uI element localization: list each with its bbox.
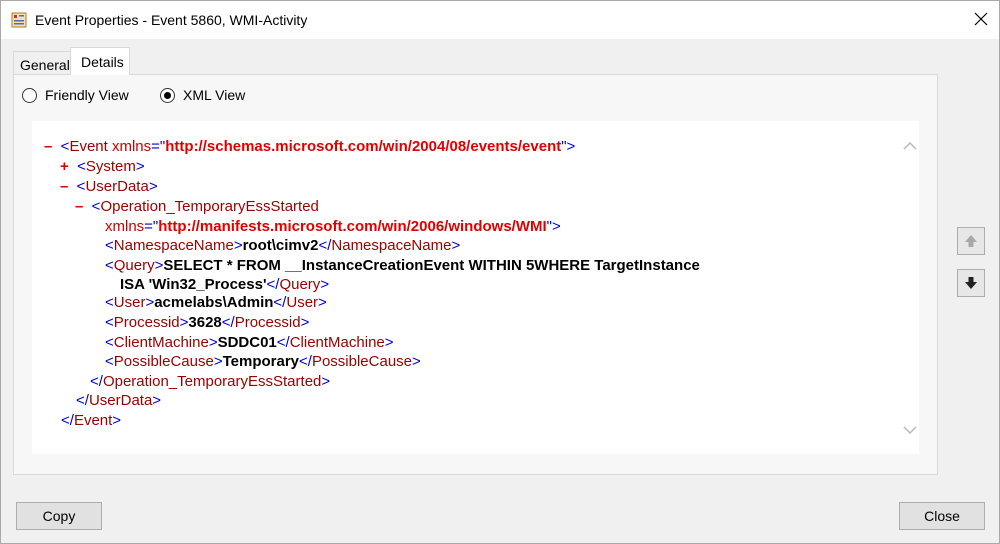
tab-general[interactable]: General xyxy=(13,51,71,74)
xml-system-line: + <System> xyxy=(60,158,145,175)
system-expand-toggle[interactable]: + xyxy=(60,158,69,175)
processid-close-tag: Processid xyxy=(234,314,301,331)
query-value-line2: ISA 'Win32_Process' xyxy=(120,276,267,293)
xml-query-continuation-line: ISA 'Win32_Process'</Query> xyxy=(120,276,330,293)
xml-event-open-line: – <Event xmlns="http://schemas.microsoft… xyxy=(44,138,576,155)
arrow-up-icon xyxy=(965,235,977,247)
xml-user-line: <User>acmelabs\Admin</User> xyxy=(105,294,327,311)
event-namespace-value: http://schemas.microsoft.com/win/2004/08… xyxy=(165,138,562,155)
chevron-down-icon[interactable] xyxy=(900,423,920,437)
possiblecause-value: Temporary xyxy=(222,353,300,370)
event-viewer-icon xyxy=(11,12,27,28)
tab-details-label: Details xyxy=(81,54,124,70)
event-close-tag: Event xyxy=(73,412,113,429)
friendly-view-label: Friendly View xyxy=(45,87,129,103)
operation-xmlns-attr: xmlns xyxy=(105,218,145,235)
xml-query-line: <Query>SELECT * FROM __InstanceCreationE… xyxy=(105,257,700,274)
query-open-tag: Query xyxy=(113,257,155,274)
event-properties-window: Event Properties - Event 5860, WMI-Activ… xyxy=(0,0,1000,544)
clientmachine-close-tag: ClientMachine xyxy=(289,334,385,351)
operation-namespace-value: http://manifests.microsoft.com/win/2006/… xyxy=(158,218,547,235)
clientmachine-open-tag: ClientMachine xyxy=(113,334,209,351)
window-title: Event Properties - Event 5860, WMI-Activ… xyxy=(35,12,308,28)
user-close-tag: User xyxy=(286,294,319,311)
query-close-tag: Query xyxy=(279,276,321,293)
event-tag: Event xyxy=(69,138,108,155)
xml-userdata-close-line: </UserData> xyxy=(76,392,162,409)
xml-view-label: XML View xyxy=(183,87,246,103)
title-bar[interactable]: Event Properties - Event 5860, WMI-Activ… xyxy=(1,1,999,39)
namespacename-close-tag: NamespaceName xyxy=(331,237,452,254)
xml-namespacename-line: <NamespaceName>root\cimv2</NamespaceName… xyxy=(105,237,461,254)
userdata-close-tag: UserData xyxy=(88,392,153,409)
xml-processid-line: <Processid>3628</Processid> xyxy=(105,314,310,331)
tab-general-label: General xyxy=(20,57,70,73)
previous-event-button[interactable] xyxy=(957,227,985,255)
operation-collapse-toggle[interactable]: – xyxy=(75,198,83,215)
friendly-view-radio-button[interactable] xyxy=(22,87,37,103)
user-open-tag: User xyxy=(113,294,146,311)
event-collapse-toggle[interactable]: – xyxy=(44,138,52,155)
query-value-line1: SELECT * FROM __InstanceCreationEvent WI… xyxy=(163,257,700,274)
xml-event-close-line: </Event> xyxy=(61,412,122,429)
operation-tag: Operation_TemporaryEssStarted xyxy=(100,198,319,215)
xml-possiblecause-line: <PossibleCause>Temporary</PossibleCause> xyxy=(105,353,421,370)
possiblecause-close-tag: PossibleCause xyxy=(311,353,413,370)
system-tag: System xyxy=(85,158,136,175)
close-button[interactable]: Close xyxy=(899,502,985,530)
namespacename-value: root\cimv2 xyxy=(242,237,319,254)
xml-view-radio-button[interactable] xyxy=(160,87,175,103)
userdata-tag: UserData xyxy=(85,178,149,195)
event-xmlns-attr: xmlns xyxy=(111,138,152,155)
xml-operation-close-line: </Operation_TemporaryEssStarted> xyxy=(90,373,331,390)
next-event-button[interactable] xyxy=(957,269,985,297)
tab-details[interactable]: Details xyxy=(70,47,130,75)
processid-value: 3628 xyxy=(188,314,222,331)
xml-userdata-open-line: – <UserData> xyxy=(60,178,158,195)
arrow-down-icon xyxy=(965,277,977,289)
namespacename-open-tag: NamespaceName xyxy=(113,237,234,254)
copy-button[interactable]: Copy xyxy=(16,502,102,530)
xml-clientmachine-line: <ClientMachine>SDDC01</ClientMachine> xyxy=(105,334,394,351)
xml-view-area[interactable]: – <Event xmlns="http://schemas.microsoft… xyxy=(32,121,919,454)
friendly-view-radio[interactable]: Friendly View xyxy=(22,87,129,103)
close-icon[interactable] xyxy=(967,5,995,33)
operation-close-tag: Operation_TemporaryEssStarted xyxy=(102,373,322,390)
clientmachine-value: SDDC01 xyxy=(217,334,277,351)
chevron-up-icon[interactable] xyxy=(900,139,920,153)
user-value: acmelabs\Admin xyxy=(154,294,274,311)
xml-operation-xmlns-line: xmlns="http://manifests.microsoft.com/wi… xyxy=(105,218,561,235)
processid-open-tag: Processid xyxy=(113,314,180,331)
xml-view-radio[interactable]: XML View xyxy=(160,87,245,103)
userdata-collapse-toggle[interactable]: – xyxy=(60,178,68,195)
xml-operation-open-line: – <Operation_TemporaryEssStarted xyxy=(75,198,319,215)
possiblecause-open-tag: PossibleCause xyxy=(113,353,214,370)
